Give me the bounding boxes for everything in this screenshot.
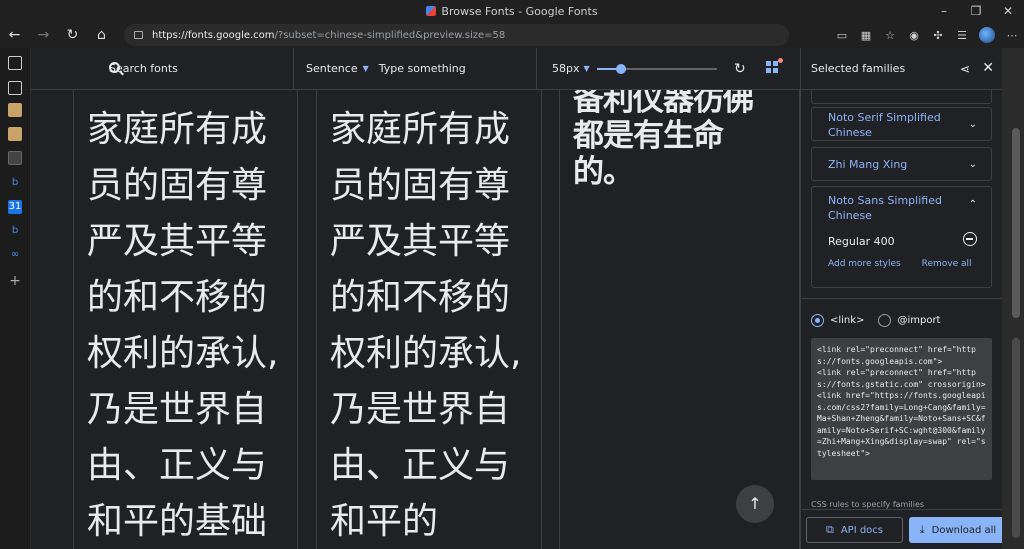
restore-button[interactable]: ❐ — [960, 0, 992, 22]
qr-code-icon[interactable]: ▦ — [854, 29, 878, 42]
panel-header: Selected families ⋖ ✕ — [801, 48, 1003, 90]
chevron-down-icon[interactable]: ⌄ — [969, 159, 977, 170]
url-host: https://fonts.google.com — [152, 29, 275, 41]
selected-families-panel: Selected families ⋖ ✕ Noto Serif Simplif… — [800, 48, 1007, 549]
bing-icon[interactable]: b — [8, 176, 22, 190]
forward-icon[interactable]: → — [29, 27, 58, 43]
font-size-slider[interactable] — [596, 63, 717, 74]
remove-all-link[interactable]: Remove all — [922, 259, 972, 269]
import-radio[interactable] — [878, 314, 892, 327]
lock-icon — [134, 31, 143, 39]
open-external-icon: ⧉ — [825, 523, 834, 536]
window-controls: – ❐ ✕ — [928, 0, 1024, 22]
browser-sidebar: b 31 b ∞ + — [0, 48, 31, 549]
scrollbar-thumb-lower[interactable] — [1012, 338, 1020, 538]
toolbar-extensions: ▭ ▦ ☆ ◉ ✣ ☰ ⋯ — [830, 22, 1024, 48]
share-icon[interactable]: ⋖ — [960, 62, 970, 76]
download-all-button[interactable]: ⤓ Download all — [909, 517, 1007, 543]
panel-footer: ⧉ API docs ⤓ Download all — [801, 509, 1007, 549]
slider-knob[interactable] — [615, 63, 626, 74]
chevron-down-icon: ▼ — [583, 64, 590, 73]
tab-thumbnail-2-icon[interactable] — [8, 127, 22, 141]
size-select[interactable]: 58px — [552, 62, 580, 75]
download-all-label: Download all — [931, 524, 997, 536]
view-selected-families-icon[interactable] — [766, 58, 783, 75]
font-cards-grid: 家庭所有成员的固有尊严及其平等的和不移的权利的承认,乃是世界自由、正义与和平的基… — [31, 90, 800, 549]
close-window-button[interactable]: ✕ — [992, 0, 1024, 22]
extension-cookie-icon[interactable]: ◉ — [902, 29, 926, 42]
api-docs-label: API docs — [840, 524, 884, 536]
favorites-icon[interactable]: ☰ — [950, 29, 974, 42]
chevron-up-icon[interactable]: ⌃ — [969, 199, 977, 210]
address-bar[interactable]: https://fonts.google.com /?subset=chines… — [124, 24, 789, 46]
google-fonts-favicon-icon — [426, 6, 437, 16]
family-item-noto-serif-sc[interactable]: Noto Serif Simplified Chinese ⌄ — [811, 107, 992, 141]
calendar-icon[interactable]: 31 — [8, 200, 22, 214]
reload-icon[interactable]: ↻ — [58, 27, 87, 43]
workspaces-icon[interactable] — [8, 81, 22, 95]
api-docs-button[interactable]: ⧉ API docs — [806, 517, 903, 543]
tab-actions-icon[interactable] — [8, 56, 22, 70]
fonts-filter-bar: Search fonts Sentence ▼ Type something 5… — [31, 47, 800, 90]
bing-chat-icon[interactable]: b — [8, 224, 22, 238]
remove-style-icon[interactable] — [963, 232, 977, 246]
download-icon: ⤓ — [919, 523, 925, 536]
google-fonts-tab-icon[interactable] — [8, 151, 22, 165]
css-rules-heading: CSS rules to specify families — [811, 500, 925, 509]
tab-thumbnail-1-icon[interactable] — [8, 103, 22, 117]
embed-code-block[interactable]: <link rel="preconnect" href="https://fon… — [811, 338, 992, 480]
font-card[interactable]: 家庭所有成员的固有尊严及其平等的和不移的权利的承认,乃是世界自由、正义与和平的 — [316, 90, 542, 549]
browser-toolbar: ← → ↻ ⌂ https://fonts.google.com /?subse… — [0, 22, 1024, 48]
family-item-noto-sans-sc[interactable]: Noto Sans Simplified Chinese ⌃ Regular 4… — [811, 186, 992, 288]
font-preview-text: 家庭所有成员的固有尊严及其平等的和不移的权利的承认,乃是世界自由、正义与和平的基… — [87, 109, 279, 542]
reset-icon[interactable]: ↻ — [734, 61, 746, 77]
close-icon[interactable]: ✕ — [982, 60, 994, 76]
style-label: Regular 400 — [828, 235, 895, 248]
family-item-partial[interactable] — [811, 90, 992, 104]
scroll-to-top-button[interactable]: ↑ — [736, 485, 774, 523]
font-preview-text: 家庭所有成员的固有尊严及其平等的和不移的权利的承认,乃是世界自由、正义与和平的 — [330, 109, 522, 542]
extensions-icon[interactable]: ✣ — [926, 29, 950, 42]
chevron-down-icon: ▼ — [362, 64, 369, 73]
link-radio[interactable] — [811, 314, 824, 327]
chevron-down-icon[interactable]: ⌄ — [969, 119, 977, 130]
url-path: /?subset=chinese-simplified&preview.size… — [274, 29, 506, 41]
more-menu-icon[interactable]: ⋯ — [1000, 29, 1024, 42]
mode-select[interactable]: Sentence — [306, 62, 358, 75]
back-icon[interactable]: ← — [0, 27, 29, 43]
family-item-zhi-mang-xing[interactable]: Zhi Mang Xing ⌄ — [811, 147, 992, 181]
window-titlebar: Browse Fonts - Google Fonts – ❐ ✕ — [0, 0, 1024, 22]
font-preview-text: 备利仪器彷佛都是有生命的。 — [573, 90, 754, 190]
search-icon — [109, 61, 120, 73]
family-name: Noto Serif Simplified Chinese — [828, 111, 941, 139]
embed-type-options: <link> @import — [811, 314, 940, 327]
home-icon[interactable]: ⌂ — [87, 27, 116, 43]
page-scrollbar[interactable] — [1002, 48, 1024, 549]
panel-title: Selected families — [811, 62, 906, 75]
window-title: Browse Fonts - Google Fonts — [441, 4, 598, 18]
favorite-star-icon[interactable]: ☆ — [878, 29, 902, 42]
family-name: Zhi Mang Xing — [828, 158, 908, 171]
family-name: Noto Sans Simplified Chinese — [828, 194, 942, 222]
font-card[interactable]: 备利仪器彷佛都是有生命的。 — [559, 90, 800, 549]
import-radio-label: @import — [897, 315, 941, 326]
add-sidebar-icon[interactable]: + — [8, 274, 22, 288]
app-available-icon[interactable]: ▭ — [830, 29, 854, 42]
add-more-styles-link[interactable]: Add more styles — [828, 259, 901, 269]
link-radio-label: <link> — [830, 315, 865, 326]
profile-avatar[interactable] — [979, 27, 995, 43]
font-size-control: 58px ▼ — [538, 48, 728, 90]
type-something-input[interactable]: Type something — [379, 62, 466, 75]
family-actions: Add more styles Remove all — [828, 259, 972, 269]
minimize-button[interactable]: – — [928, 0, 960, 22]
link-icon[interactable]: ∞ — [8, 248, 22, 262]
font-card[interactable]: 家庭所有成员的固有尊严及其平等的和不移的权利的承认,乃是世界自由、正义与和平的基… — [73, 90, 298, 549]
search-fonts-field[interactable]: Search fonts — [31, 47, 294, 90]
notification-dot — [778, 58, 783, 63]
preview-mode-field[interactable]: Sentence ▼ Type something — [295, 47, 537, 90]
divider — [801, 298, 1003, 299]
scrollbar-thumb[interactable] — [1012, 128, 1020, 318]
